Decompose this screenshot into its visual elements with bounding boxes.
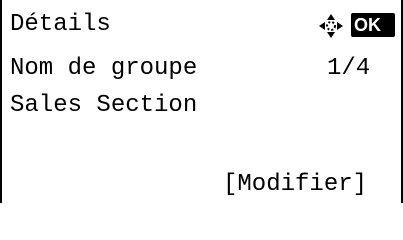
- modify-softkey[interactable]: [Modifier]: [223, 170, 367, 200]
- page-indicator: 1/4: [327, 55, 371, 82]
- ok-key-badge[interactable]: OK: [351, 13, 395, 37]
- lcd-screen: Détails OK Nom de groupe 1/4 Sales Secti…: [0, 0, 403, 203]
- screen-title: Détails: [10, 11, 111, 38]
- group-name-value: Sales Section: [10, 92, 198, 119]
- group-name-label: Nom de groupe: [10, 55, 198, 82]
- four-way-navigation-icon: [319, 14, 343, 38]
